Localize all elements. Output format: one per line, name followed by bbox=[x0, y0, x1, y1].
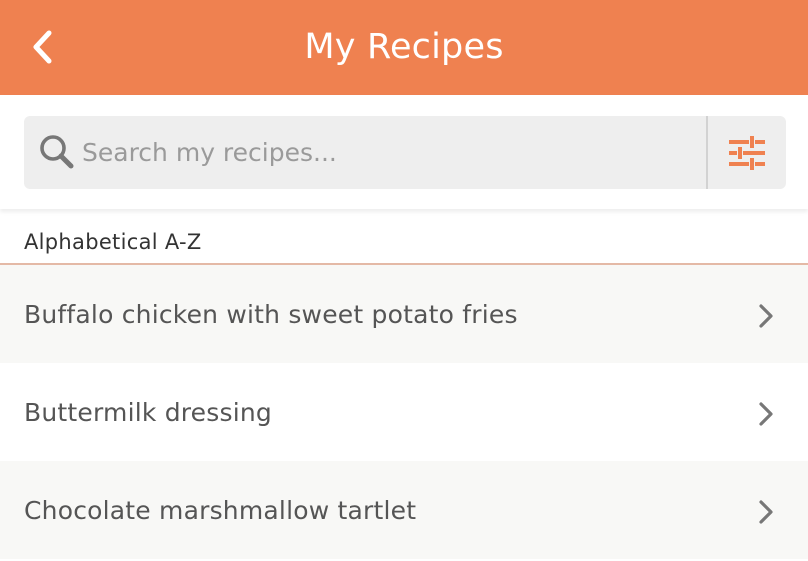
search-bar-container bbox=[0, 95, 808, 209]
recipe-title: Chocolate marshmallow tartlet bbox=[24, 496, 417, 525]
recipe-title: Buttermilk dressing bbox=[24, 398, 272, 427]
list-item[interactable]: Chocolate marshmallow tartlet bbox=[0, 461, 808, 559]
recipe-title: Buffalo chicken with sweet potato fries bbox=[24, 300, 518, 329]
section-header: Alphabetical A-Z bbox=[0, 209, 808, 265]
chevron-right-icon bbox=[759, 304, 773, 328]
sliders-icon bbox=[729, 135, 765, 170]
list-item[interactable]: Buffalo chicken with sweet potato fries bbox=[0, 265, 808, 363]
app-header: My Recipes bbox=[0, 0, 808, 95]
list-item[interactable]: Buttermilk dressing bbox=[0, 363, 808, 461]
filter-button[interactable] bbox=[708, 116, 786, 189]
page-title: My Recipes bbox=[304, 27, 504, 67]
chevron-right-icon bbox=[759, 402, 773, 426]
search-box bbox=[24, 116, 786, 189]
section-label: Alphabetical A-Z bbox=[24, 230, 202, 254]
chevron-right-icon bbox=[759, 500, 773, 524]
search-input[interactable] bbox=[82, 116, 702, 189]
recipe-list: Buffalo chicken with sweet potato fries … bbox=[0, 265, 808, 559]
search-icon bbox=[40, 135, 74, 169]
